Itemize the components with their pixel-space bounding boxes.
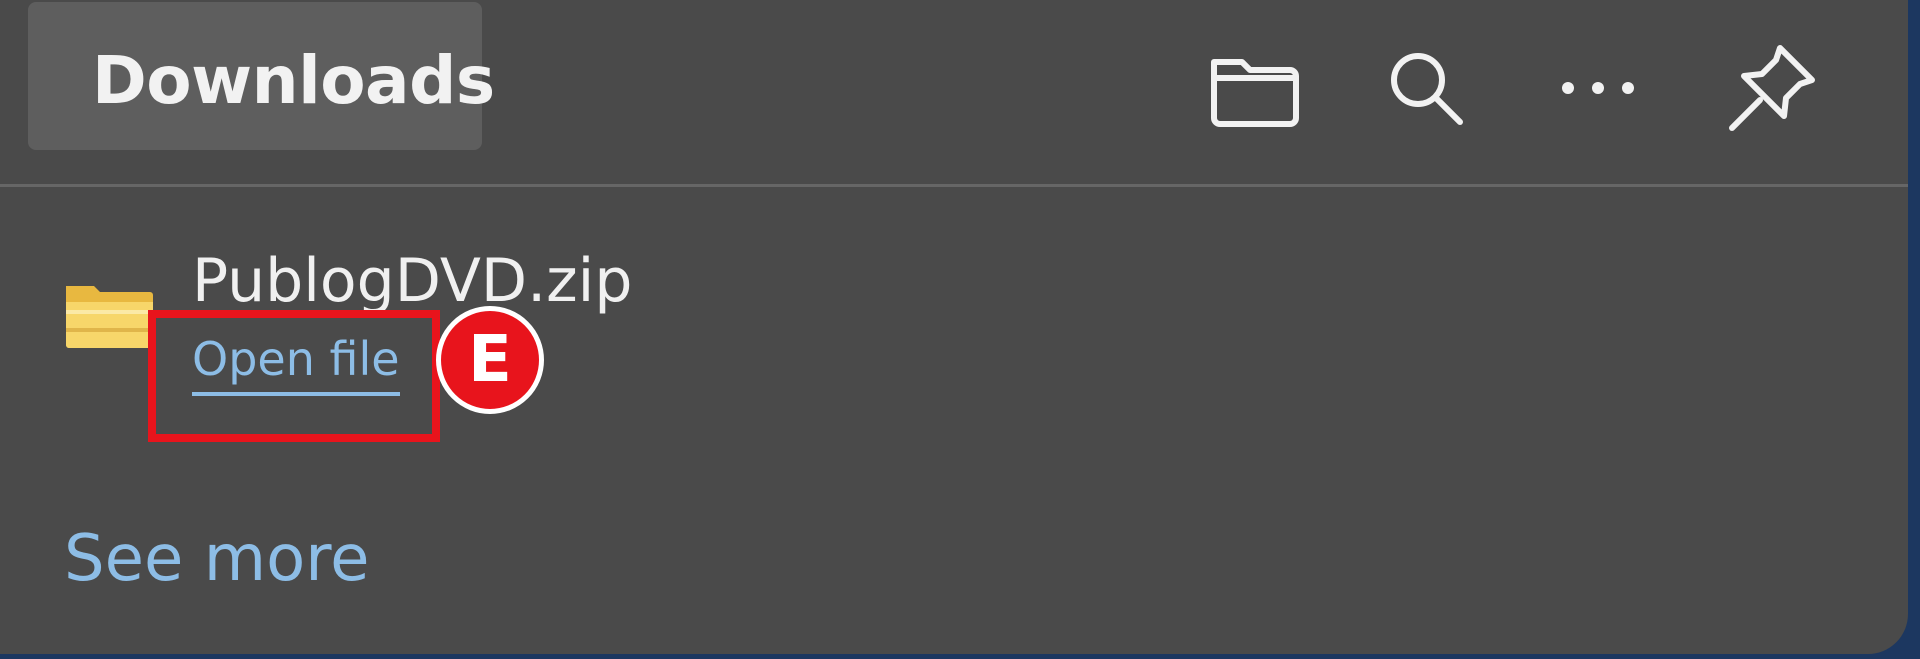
download-filename[interactable]: PublogDVD.zip (192, 246, 632, 316)
more-options-icon (1556, 76, 1640, 100)
open-folder-button[interactable] (1194, 28, 1314, 148)
folder-icon (1206, 48, 1302, 128)
downloads-header: Downloads (0, 0, 1908, 184)
folder-zip-icon (64, 280, 154, 350)
search-icon (1384, 46, 1468, 130)
annotation-highlight-box (148, 310, 440, 442)
pin-button[interactable] (1712, 28, 1832, 148)
downloads-title-button[interactable]: Downloads (28, 2, 495, 150)
downloads-panel: Downloads PublogDVD.zip Open file E See … (0, 0, 1908, 654)
more-options-button[interactable] (1538, 28, 1658, 148)
annotation-marker: E (436, 306, 544, 414)
downloads-title: Downloads (92, 42, 495, 119)
see-more-link[interactable]: See more (64, 522, 370, 596)
page-backdrop: Downloads PublogDVD.zip Open file E See … (0, 0, 1920, 659)
header-divider (0, 184, 1908, 187)
pin-icon (1724, 40, 1820, 136)
search-button[interactable] (1366, 28, 1486, 148)
